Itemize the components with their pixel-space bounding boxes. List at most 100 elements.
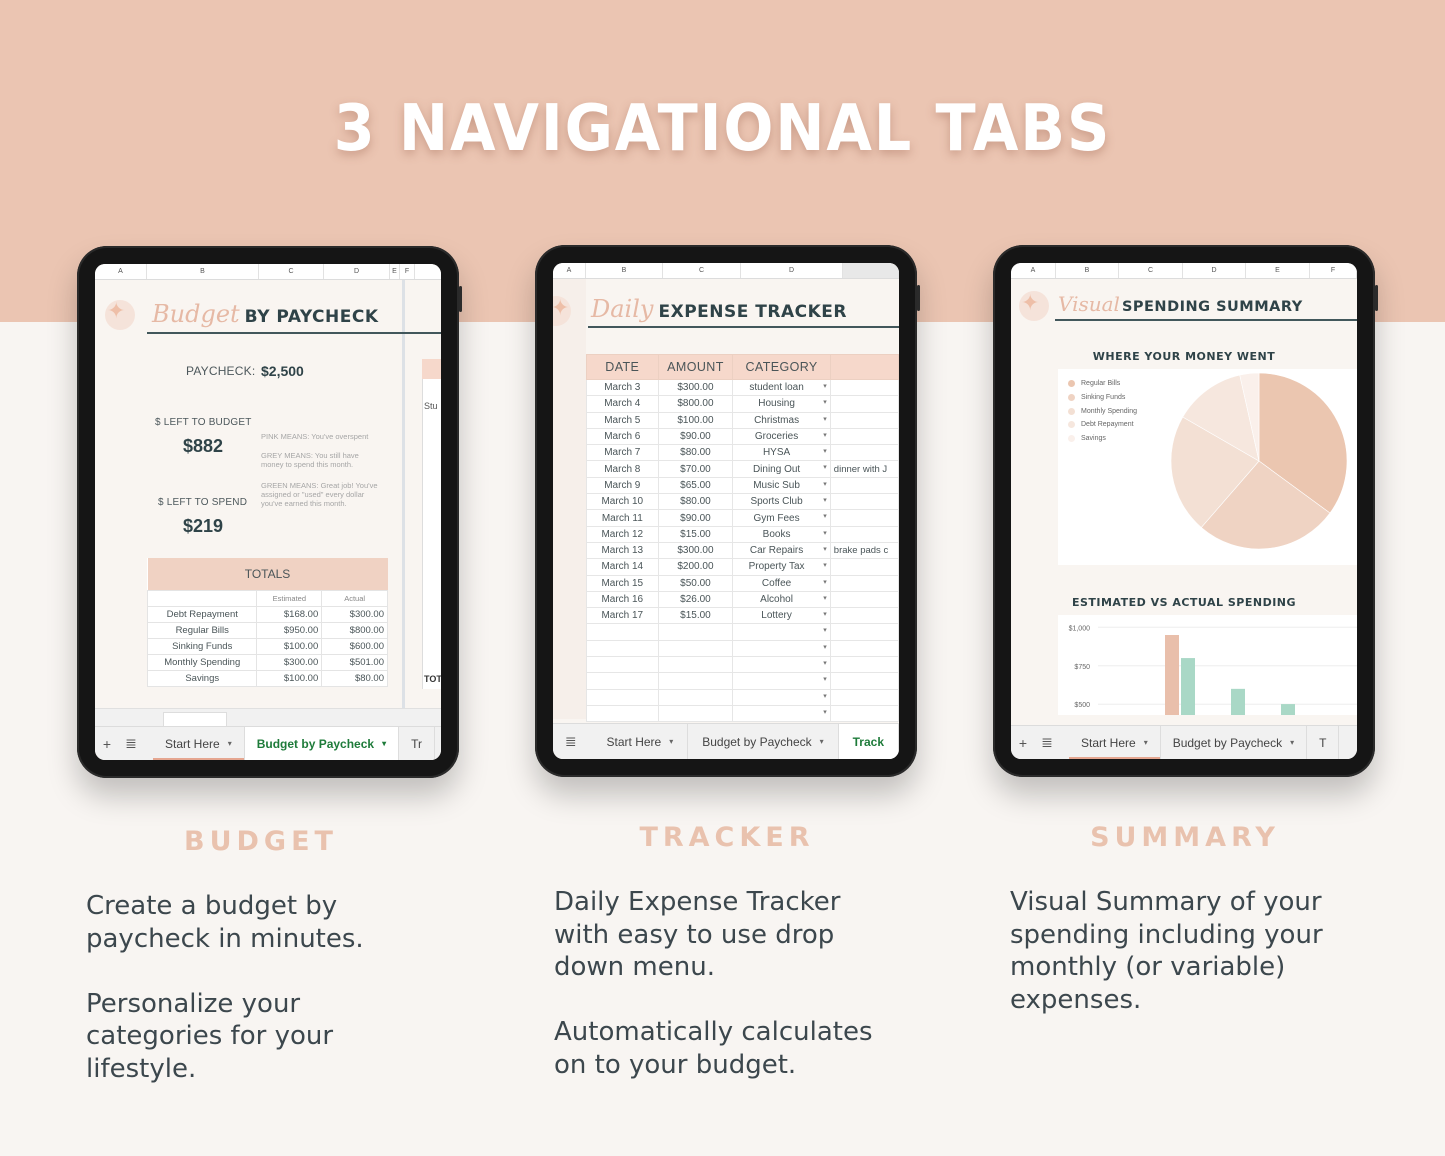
date-cell[interactable] <box>586 639 659 658</box>
notes-cell[interactable]: dinner with J <box>829 460 899 478</box>
amount-cell[interactable] <box>657 656 734 674</box>
notes-cell[interactable] <box>829 574 899 592</box>
column-header[interactable]: A <box>95 264 147 279</box>
amount-cell[interactable]: $90.00 <box>657 509 734 527</box>
chevron-down-icon[interactable]: ▾ <box>1144 738 1148 747</box>
category-dropdown[interactable]: Dining Out ▾ <box>732 460 831 478</box>
chevron-down-icon[interactable]: ▾ <box>823 431 827 439</box>
amount-cell[interactable]: $300.00 <box>657 541 734 560</box>
category-cell[interactable]: Debt Repayment <box>146 605 258 623</box>
chevron-down-icon[interactable]: ▾ <box>1290 738 1294 747</box>
date-cell[interactable]: March 7 <box>586 444 659 462</box>
amount-cell[interactable]: $800.00 <box>657 395 734 413</box>
category-dropdown[interactable]: ▾ <box>732 672 831 690</box>
estimated-cell[interactable]: $100.00 <box>256 637 323 655</box>
category-dropdown[interactable]: Groceries ▾ <box>732 427 831 446</box>
tab-tracker[interactable]: Track <box>838 724 899 759</box>
estimated-cell[interactable]: $300.00 <box>256 653 323 671</box>
category-cell[interactable]: Sinking Funds <box>146 637 258 655</box>
chevron-down-icon[interactable]: ▾ <box>823 480 827 488</box>
chevron-down-icon[interactable]: ▾ <box>823 463 827 471</box>
estimated-cell[interactable]: $950.00 <box>256 621 323 639</box>
pie-chart-panel[interactable]: Regular Bills Sinking Funds Monthly Spendi… <box>1058 369 1357 565</box>
column-header[interactable]: A <box>553 263 586 278</box>
chevron-down-icon[interactable]: ▾ <box>823 561 827 569</box>
category-cell[interactable]: Savings <box>146 669 258 687</box>
notes-cell[interactable] <box>829 476 899 495</box>
notes-cell[interactable] <box>829 623 899 641</box>
notes-cell[interactable] <box>829 493 899 511</box>
chevron-down-icon[interactable]: ▾ <box>823 398 827 406</box>
chevron-down-icon[interactable]: ▾ <box>228 739 232 748</box>
category-dropdown[interactable]: Gym Fees ▾ <box>732 509 831 527</box>
notes-cell[interactable] <box>829 590 899 609</box>
category-cell[interactable]: Regular Bills <box>146 621 258 639</box>
estimated-cell[interactable]: $100.00 <box>256 669 323 687</box>
actual-cell[interactable]: $800.00 <box>321 621 388 639</box>
category-dropdown[interactable]: student loan ▾ <box>732 378 831 397</box>
frozen-column-divider[interactable] <box>402 280 405 710</box>
date-cell[interactable]: March 9 <box>586 476 659 495</box>
chevron-down-icon[interactable]: ▾ <box>823 545 827 553</box>
amount-cell[interactable]: $90.00 <box>657 427 734 446</box>
column-header[interactable]: E <box>1246 263 1310 278</box>
category-cell[interactable]: Monthly Spending <box>146 653 258 671</box>
category-dropdown[interactable]: HYSA ▾ <box>732 444 831 462</box>
tab-start-here[interactable]: Start Here ▾ <box>153 727 245 760</box>
amount-cell[interactable]: $50.00 <box>657 574 734 592</box>
date-cell[interactable]: March 5 <box>586 411 659 429</box>
all-sheets-menu-icon[interactable]: ≣ <box>559 733 583 750</box>
notes-cell[interactable]: brake pads c <box>829 541 899 560</box>
column-header[interactable] <box>843 263 899 278</box>
column-header[interactable]: C <box>259 264 324 279</box>
all-sheets-menu-icon[interactable]: ≣ <box>119 735 143 752</box>
chevron-down-icon[interactable]: ▾ <box>823 415 827 423</box>
date-cell[interactable]: March 10 <box>586 493 659 511</box>
category-dropdown[interactable]: Coffee ▾ <box>732 574 831 592</box>
notes-cell[interactable] <box>829 656 899 674</box>
notes-cell[interactable] <box>829 395 899 413</box>
category-dropdown[interactable]: Alcohol ▾ <box>732 590 831 609</box>
category-dropdown[interactable]: ▾ <box>732 623 831 641</box>
estimated-cell[interactable]: $168.00 <box>256 605 323 623</box>
amount-cell[interactable]: $100.00 <box>657 411 734 429</box>
chevron-down-icon[interactable]: ▾ <box>823 382 827 390</box>
actual-cell[interactable]: $501.00 <box>321 653 388 671</box>
notes-cell[interactable] <box>829 639 899 658</box>
category-dropdown[interactable]: ▾ <box>732 704 831 723</box>
paycheck-value[interactable]: $2,500 <box>261 363 304 379</box>
tab-start-here[interactable]: Start Here ▾ <box>1069 726 1161 759</box>
notes-cell[interactable] <box>829 688 899 706</box>
date-cell[interactable]: March 8 <box>586 460 659 478</box>
date-cell[interactable] <box>586 704 659 723</box>
chevron-down-icon[interactable]: ▾ <box>823 610 827 618</box>
date-cell[interactable] <box>586 688 659 706</box>
tab-tracker[interactable]: T <box>1307 726 1340 759</box>
chevron-down-icon[interactable]: ▾ <box>823 578 827 586</box>
amount-cell[interactable] <box>657 688 734 706</box>
amount-cell[interactable] <box>657 704 734 723</box>
chevron-down-icon[interactable]: ▾ <box>669 737 673 746</box>
chevron-down-icon[interactable]: ▾ <box>823 708 827 716</box>
scrollbar-thumb[interactable] <box>163 712 227 726</box>
category-dropdown[interactable]: Books ▾ <box>732 525 831 543</box>
bar-actual-sinking-funds[interactable] <box>1231 688 1245 715</box>
column-header[interactable]: D <box>741 263 843 278</box>
column-header[interactable]: F <box>1310 263 1357 278</box>
date-cell[interactable]: March 11 <box>586 509 659 527</box>
category-dropdown[interactable]: Housing ▾ <box>732 395 831 413</box>
notes-cell[interactable] <box>829 525 899 543</box>
bar-estimated-regular-bills[interactable] <box>1165 635 1179 715</box>
column-header[interactable]: E <box>390 264 400 279</box>
amount-cell[interactable]: $70.00 <box>657 460 734 478</box>
amount-cell[interactable]: $15.00 <box>657 607 734 625</box>
date-cell[interactable]: March 12 <box>586 525 659 543</box>
column-header[interactable]: B <box>1056 263 1119 278</box>
category-dropdown[interactable]: Property Tax ▾ <box>732 558 831 576</box>
chevron-down-icon[interactable]: ▾ <box>823 692 827 700</box>
notes-cell[interactable] <box>829 427 899 446</box>
actual-cell[interactable]: $600.00 <box>321 637 388 655</box>
date-cell[interactable] <box>586 672 659 690</box>
bar-chart-panel[interactable]: $1,000 $750 $500 <box>1058 615 1357 715</box>
tab-budget-by-paycheck[interactable]: Budget by Paycheck ▾ <box>244 727 400 760</box>
